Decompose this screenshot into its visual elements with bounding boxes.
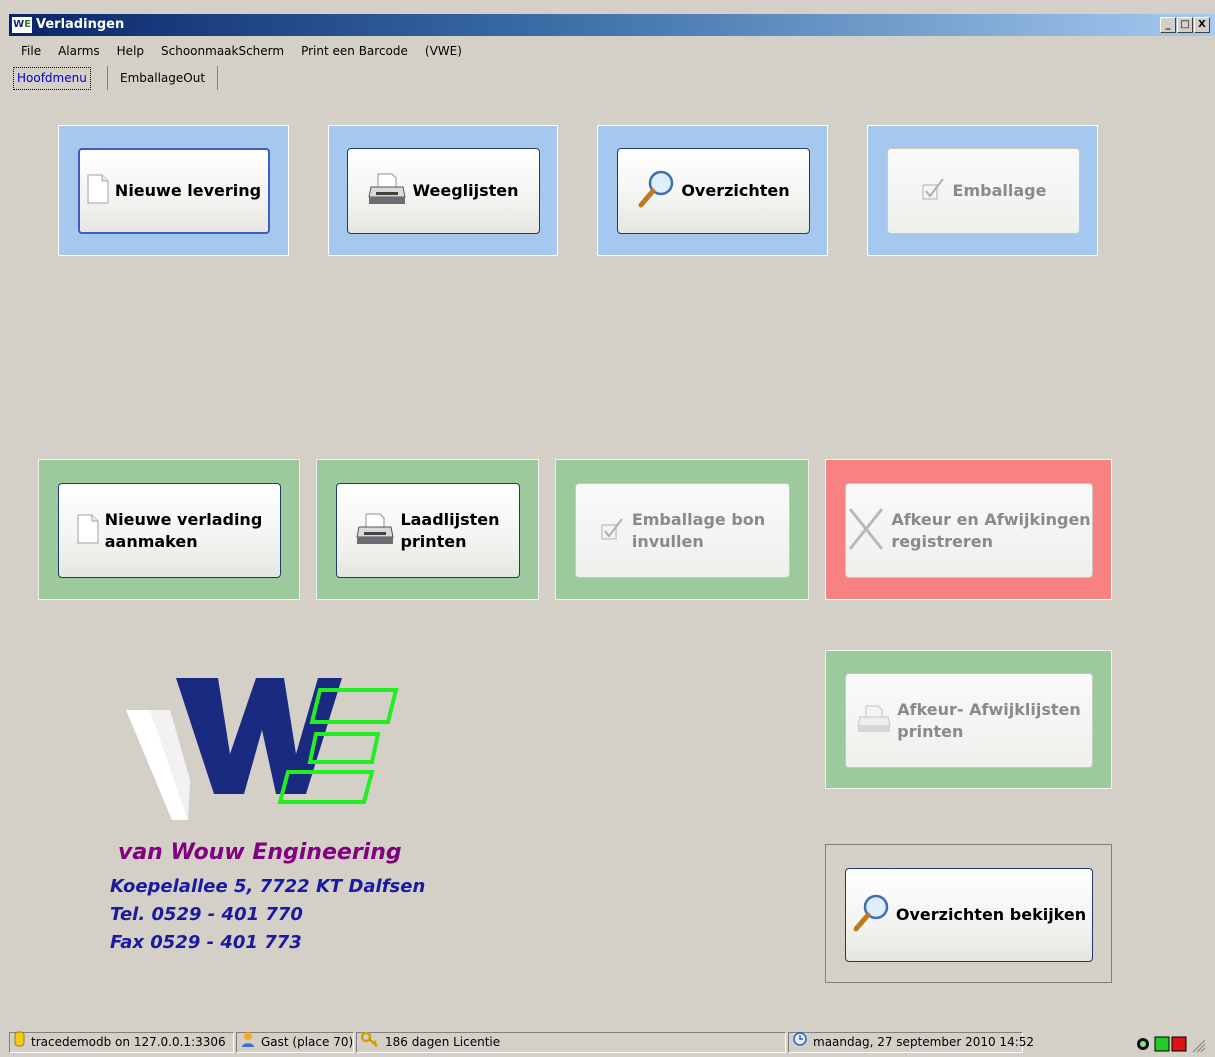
document-icon: [87, 174, 109, 208]
printer-icon: [356, 512, 395, 550]
company-tel: Tel. 0529 - 401 770: [110, 904, 303, 925]
company-name: van Wouw Engineering: [118, 840, 402, 865]
status-user: Gast (place 70): [236, 1032, 354, 1053]
afkeur-registreren-label: Afkeur en Afwijkingen registreren: [891, 509, 1091, 551]
user-icon: [241, 1031, 255, 1054]
title-bar[interactable]: WE Verladingen _ □ X: [9, 14, 1215, 36]
overzichten-bekijken-button[interactable]: Overzichten bekijken: [845, 868, 1093, 962]
printer-icon: [368, 172, 407, 210]
status-led-red-icon: [1171, 1036, 1187, 1052]
emballage-bon-label: Emballage bon invullen: [631, 509, 766, 551]
clock-icon: [793, 1032, 807, 1053]
panel-laadlijsten: Laadlijsten printen: [316, 459, 539, 600]
magnifier-icon: [637, 169, 675, 213]
menu-vwe[interactable]: (VWE): [415, 41, 469, 61]
status-led-black-icon: [1137, 1038, 1149, 1050]
weeglijsten-button[interactable]: Weeglijsten: [347, 148, 540, 234]
overzichten-bekijken-label: Overzichten bekijken: [895, 905, 1087, 924]
menu-file[interactable]: File: [9, 41, 48, 61]
nieuwe-verlading-label: Nieuwe verlading aanmaken: [104, 509, 263, 551]
menu-schoonmaakscherm[interactable]: SchoonmaakScherm: [151, 41, 291, 61]
company-logo: [110, 670, 410, 834]
minimize-button[interactable]: _: [1160, 17, 1176, 33]
afkeur-registreren-button[interactable]: Afkeur en Afwijkingen registreren: [845, 483, 1093, 578]
overzichten-button[interactable]: Overzichten: [617, 148, 810, 234]
status-indicators: [1135, 1035, 1207, 1057]
panel-nieuwe-levering: Nieuwe levering: [58, 125, 289, 256]
maximize-button[interactable]: □: [1177, 17, 1193, 33]
tab-emballageout[interactable]: EmballageOut: [107, 66, 219, 90]
company-address: Koepelallee 5, 7722 KT Dalfsen: [110, 876, 426, 897]
afkeur-afwijklijsten-button[interactable]: Afkeur- Afwijklijsten printen: [845, 673, 1093, 768]
panel-nieuwe-verlading: Nieuwe verlading aanmaken: [38, 459, 300, 600]
database-icon: [14, 1031, 25, 1054]
printer-icon: [857, 704, 891, 738]
panel-afkeur: Afkeur en Afwijkingen registreren: [825, 459, 1112, 600]
window-title: Verladingen: [36, 17, 125, 32]
nieuwe-levering-label: Nieuwe levering: [114, 181, 262, 200]
status-db: tracedemodb on 127.0.0.1:3306: [9, 1031, 234, 1054]
emballage-button[interactable]: Emballage: [887, 148, 1080, 234]
app-logo-icon: WE: [12, 17, 32, 33]
status-datetime: maandag, 27 september 2010 14:52: [788, 1032, 1034, 1053]
resize-grip-icon: [1192, 1039, 1206, 1053]
cross-icon: [847, 506, 885, 556]
panel-weeglijsten: Weeglijsten: [328, 125, 558, 256]
emballage-label: Emballage: [952, 181, 1047, 200]
overzichten-label: Overzichten: [681, 181, 790, 200]
company-fax: Fax 0529 - 401 773: [110, 932, 302, 953]
menu-alarms[interactable]: Alarms: [48, 41, 107, 61]
document-icon: [77, 514, 99, 548]
afkeur-afwijklijsten-label: Afkeur- Afwijklijsten printen: [897, 699, 1081, 741]
nieuwe-levering-button[interactable]: Nieuwe levering: [78, 148, 270, 234]
emballage-bon-button[interactable]: Emballage bon invullen: [575, 483, 790, 578]
close-button[interactable]: X: [1194, 17, 1210, 33]
checkbox-icon: [600, 516, 626, 546]
tab-hoofdmenu[interactable]: Hoofdmenu: [13, 67, 91, 90]
status-bar: tracedemodb on 127.0.0.1:3306 Gast (plac…: [9, 1030, 1215, 1056]
panel-emballage-bon: Emballage bon invullen: [555, 459, 809, 600]
panel-overzichten: Overzichten: [597, 125, 828, 256]
menu-bar: File Alarms Help SchoonmaakScherm Print een …: [9, 40, 469, 60]
panel-overzichten-bekijken: Overzichten bekijken: [825, 844, 1112, 983]
magnifier-icon: [852, 893, 890, 937]
panel-emballage: Emballage: [867, 125, 1098, 256]
key-icon: [360, 1031, 379, 1054]
status-license: 186 dagen Licentie: [356, 1031, 786, 1054]
menu-help[interactable]: Help: [107, 41, 151, 61]
status-led-green-icon: [1154, 1036, 1170, 1052]
panel-afkeur-printen: Afkeur- Afwijklijsten printen: [825, 650, 1112, 789]
weeglijsten-label: Weeglijsten: [412, 181, 519, 200]
checkbox-icon: [921, 176, 947, 206]
laadlijsten-label: Laadlijsten printen: [400, 509, 500, 551]
menu-print-barcode[interactable]: Print een Barcode: [291, 41, 415, 61]
nieuwe-verlading-button[interactable]: Nieuwe verlading aanmaken: [58, 483, 281, 578]
laadlijsten-button[interactable]: Laadlijsten printen: [336, 483, 520, 578]
